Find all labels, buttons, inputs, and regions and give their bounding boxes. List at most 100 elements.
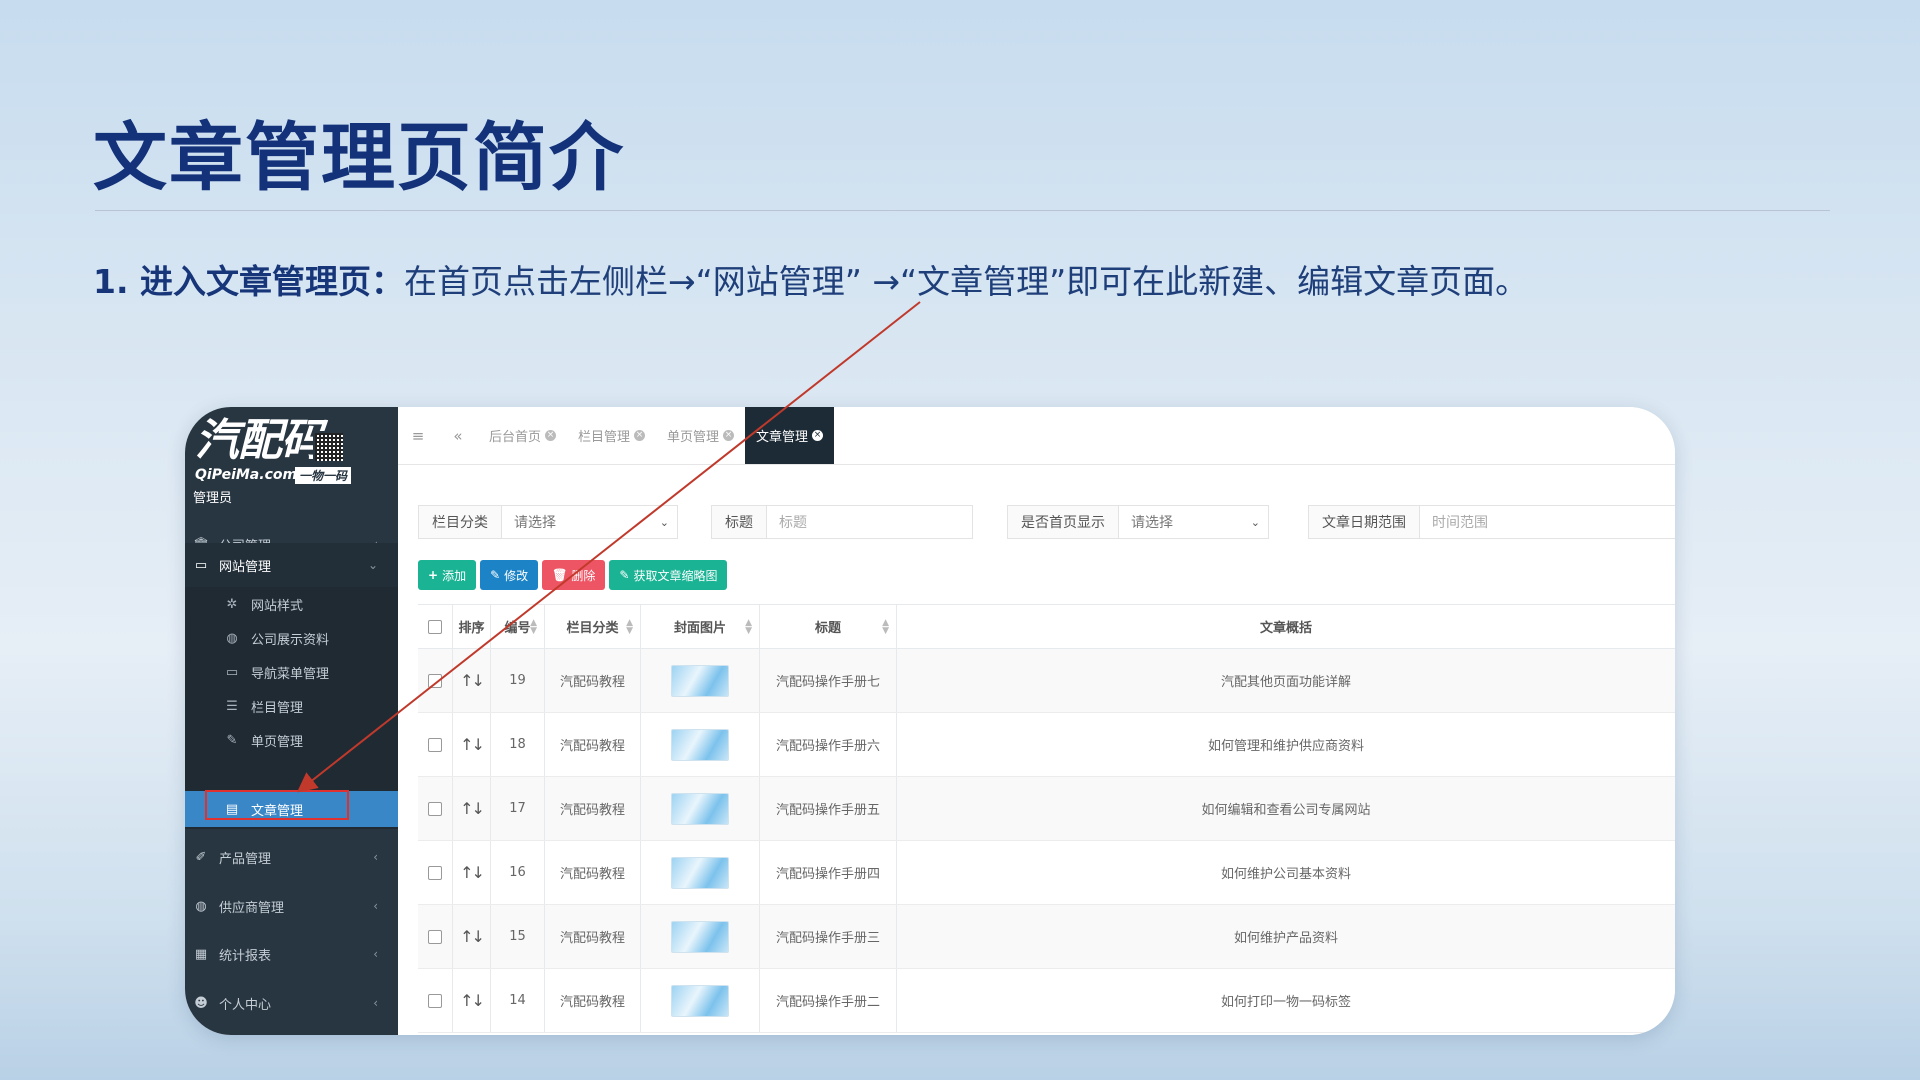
category-select[interactable]: 请选择 ⌄ xyxy=(502,506,677,538)
close-icon[interactable]: × xyxy=(812,430,824,441)
edit-button[interactable]: ✎ 修改 xyxy=(480,560,539,590)
sidebar-item-site-style[interactable]: ✲ 网站样式 xyxy=(185,587,398,621)
table-header: 排序 编号 ▲ ▼ 栏目分类 ▲ ▼ 封面图片 ▲ ▼ 标题 ▲ ▼ 文章概括 xyxy=(418,605,1675,649)
cover-thumbnail[interactable] xyxy=(671,728,729,761)
reorder-handle[interactable]: ↑↓ xyxy=(453,777,491,840)
title-input[interactable]: 标题 xyxy=(767,506,972,538)
chevron-left-icon: ‹ xyxy=(373,899,378,913)
col-cover[interactable]: 封面图片 ▲ ▼ xyxy=(641,605,760,648)
reorder-handle[interactable]: ↑↓ xyxy=(453,713,491,776)
col-no[interactable]: 编号 ▲ ▼ xyxy=(491,605,545,648)
tab-single-page[interactable]: 单页管理 × xyxy=(656,407,745,464)
add-button[interactable]: + 添加 xyxy=(418,560,477,590)
sidebar-group-products[interactable]: ✐ 产品管理 ‹ xyxy=(185,835,398,879)
delete-label: 删除 xyxy=(571,568,596,583)
table-body: ↑↓ 19 汽配码教程 汽配码操作手册七 汽配其他页面功能详解 ↑↓ 18 汽配码教程 汽配码操… xyxy=(418,649,1675,1033)
edit-icon: ✎ xyxy=(226,732,238,748)
sidebar-item-columns[interactable]: ☰ 栏目管理 xyxy=(185,689,398,723)
cell-cover xyxy=(641,969,760,1032)
tab-label: 栏目管理 xyxy=(578,430,631,445)
cover-thumbnail[interactable] xyxy=(671,984,729,1017)
sidebar-item-label: 公司展示资料 xyxy=(251,632,330,648)
sort-icon: ▲ ▼ xyxy=(626,617,633,636)
row-checkbox[interactable] xyxy=(418,905,453,968)
title-filter-label: 标题 xyxy=(712,506,767,538)
sidebar-group-suppliers[interactable]: ◍ 供应商管理 ‹ xyxy=(185,884,398,928)
tab-articles[interactable]: 文章管理 × xyxy=(745,407,835,464)
close-icon[interactable]: × xyxy=(723,430,735,441)
chevron-down-icon: ⌄ xyxy=(659,515,669,529)
reorder-handle[interactable]: ↑↓ xyxy=(453,649,491,712)
logo: 汽配码 QiPeiMa.com 一物一码 xyxy=(195,417,385,495)
sidebar-group-label: 产品管理 xyxy=(219,851,272,867)
sort-icon: ▲ ▼ xyxy=(530,617,537,636)
cell-summary: 如何维护产品资料 xyxy=(1233,931,1338,946)
tab-columns[interactable]: 栏目管理 × xyxy=(567,407,656,464)
wrench-icon: ✐ xyxy=(195,849,207,865)
close-icon[interactable]: × xyxy=(545,430,557,441)
table-row[interactable]: ↑↓ 17 汽配码教程 汽配码操作手册五 如何编辑和查看公司专属网站 xyxy=(418,777,1675,841)
table-row[interactable]: ↑↓ 14 汽配码教程 汽配码操作手册二 如何打印一物一码标签 xyxy=(418,969,1675,1033)
homepage-select[interactable]: 请选择 ⌄ xyxy=(1119,506,1268,538)
back-icon[interactable]: « xyxy=(438,427,478,445)
table-row[interactable]: ↑↓ 19 汽配码教程 汽配码操作手册七 汽配其他页面功能详解 xyxy=(418,649,1675,713)
sidebar-group-website[interactable]: ▭ 网站管理 ⌄ xyxy=(185,543,398,587)
cell-cover xyxy=(641,841,760,904)
reorder-handle[interactable]: ↑↓ xyxy=(453,841,491,904)
sidebar-item-company-profile[interactable]: ◍ 公司展示资料 xyxy=(185,621,398,655)
category-filter: 栏目分类 请选择 ⌄ xyxy=(418,505,678,539)
close-icon[interactable]: × xyxy=(634,430,646,441)
cover-thumbnail[interactable] xyxy=(671,664,729,697)
sort-arrows-icon: ↑↓ xyxy=(460,799,485,818)
table-row[interactable]: ↑↓ 15 汽配码教程 汽配码操作手册三 如何维护产品资料 xyxy=(418,905,1675,969)
sort-arrows-icon: ↑↓ xyxy=(460,863,485,882)
cell-summary: 如何维护公司基本资料 xyxy=(1220,867,1351,882)
table-row[interactable]: ↑↓ 18 汽配码教程 汽配码操作手册六 如何管理和维护供应商资料 xyxy=(418,713,1675,777)
desktop-icon: ▭ xyxy=(225,664,239,680)
hamburger-menu-icon[interactable]: ≡ xyxy=(398,427,438,445)
sidebar-item-single-page[interactable]: ✎ 单页管理 xyxy=(185,723,398,757)
row-checkbox[interactable] xyxy=(418,777,453,840)
sort-arrows-icon: ↑↓ xyxy=(460,927,485,946)
chevron-left-icon: ‹ xyxy=(373,996,378,1010)
sidebar-item-nav-menu[interactable]: ▭ 导航菜单管理 xyxy=(185,655,398,689)
row-checkbox[interactable] xyxy=(418,649,453,712)
category-filter-label: 栏目分类 xyxy=(419,506,502,538)
select-all-checkbox[interactable] xyxy=(418,605,453,648)
logo-tagline: 一物一码 xyxy=(295,467,352,484)
cell-cover xyxy=(641,649,760,712)
filter-bar: 栏目分类 请选择 ⌄ 标题 标题 是否首页显示 请选择 ⌄ 文章日期范围 时间范… xyxy=(418,505,1675,539)
sidebar-item-label: 导航菜单管理 xyxy=(251,666,330,682)
sort-arrows-icon: ↑↓ xyxy=(460,671,485,690)
trash-icon: 🗑 xyxy=(552,568,568,582)
cell-title: 汽配码操作手册六 xyxy=(760,713,897,776)
fetch-thumbnail-button[interactable]: ✎ 获取文章缩略图 xyxy=(609,560,728,590)
cover-thumbnail[interactable] xyxy=(671,792,729,825)
col-category-label: 栏目分类 xyxy=(566,621,619,636)
chevron-left-icon: ‹ xyxy=(373,850,378,864)
col-category[interactable]: 栏目分类 ▲ ▼ xyxy=(545,605,641,648)
delete-button[interactable]: 🗑 删除 xyxy=(542,560,606,590)
row-checkbox[interactable] xyxy=(418,969,453,1032)
sidebar-group-label: 个人中心 xyxy=(219,997,272,1013)
list-icon: ☰ xyxy=(226,698,238,714)
add-label: 添加 xyxy=(442,568,467,583)
sidebar-item-label: 单页管理 xyxy=(251,734,304,750)
sidebar-group-reports[interactable]: ▦ 统计报表 ‹ xyxy=(185,932,398,976)
col-title[interactable]: 标题 ▲ ▼ xyxy=(760,605,897,648)
row-checkbox[interactable] xyxy=(418,841,453,904)
reorder-handle[interactable]: ↑↓ xyxy=(453,969,491,1032)
screenshot-frame: 汽配码 QiPeiMa.com 一物一码 管理员 🏛 公司管理 ‹ ▭ 网站管理… xyxy=(185,407,1675,1035)
sidebar-group-profile[interactable]: ☻ 个人中心 ‹ xyxy=(185,981,398,1025)
fetch-thumbnail-label: 获取文章缩略图 xyxy=(633,568,718,583)
date-range-input[interactable]: 时间范围 xyxy=(1420,506,1675,538)
cover-thumbnail[interactable] xyxy=(671,920,729,953)
row-checkbox[interactable] xyxy=(418,713,453,776)
logo-text: 汽配码 xyxy=(195,415,325,466)
tab-dashboard[interactable]: 后台首页 × xyxy=(478,407,567,464)
cover-thumbnail[interactable] xyxy=(671,856,729,889)
reorder-handle[interactable]: ↑↓ xyxy=(453,905,491,968)
table-row[interactable]: ↑↓ 16 汽配码教程 汽配码操作手册四 如何维护公司基本资料 xyxy=(418,841,1675,905)
cell-title: 汽配码操作手册四 xyxy=(760,841,897,904)
main-content: ≡ « 后台首页 × 栏目管理 × 单页管理 × 文章管理 × 栏目分类 请选择 ⌄ xyxy=(398,407,1675,1035)
